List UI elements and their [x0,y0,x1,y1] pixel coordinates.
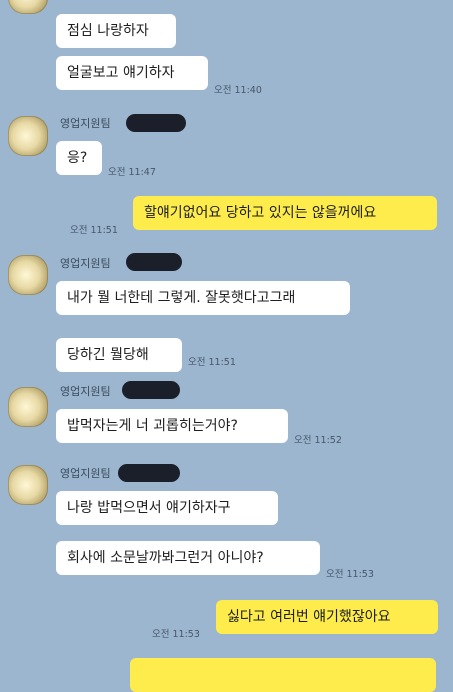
sender-name: 영업지원팀 [60,117,111,130]
incoming-message-bubble[interactable]: 응? [56,141,102,175]
outgoing-message-bubble[interactable]: 할얘기없어요 당하고 있지는 않을꺼에요 [133,196,437,230]
sender-name: 영업지원팀 [60,385,111,398]
incoming-message-bubble[interactable]: 회사에 소문날까봐그런거 아니야? [56,541,320,575]
message-timestamp: 오전 11:40 [214,85,262,96]
message-timestamp: 오전 11:47 [108,167,156,178]
sender-avatar[interactable] [8,0,48,14]
redacted-name-block [122,381,180,399]
redacted-name-block [126,253,182,271]
incoming-message-bubble[interactable]: 밥먹자는게 너 괴롭히는거야? [56,409,288,443]
outgoing-message-bubble[interactable]: 싫다고 여러번 얘기했잖아요 [216,600,438,634]
sender-name: 영업지원팀 [60,467,111,480]
sender-avatar[interactable] [8,255,48,295]
message-timestamp: 오전 11:53 [326,569,374,580]
sender-avatar[interactable] [8,387,48,427]
sender-avatar[interactable] [8,116,48,156]
message-timestamp: 오전 11:51 [188,357,236,368]
message-timestamp: 오전 11:52 [294,435,342,446]
chat-room: 점심 나랑하자 얼굴보고 얘기하자 오전 11:40 영업지원팀 응? 오전 1… [0,0,453,692]
sender-name: 영업지원팀 [60,257,111,270]
incoming-message-bubble[interactable]: 내가 뭘 너한테 그렇게. 잘못햇다고그래 [56,281,350,315]
redacted-name-block [118,464,180,482]
message-timestamp: 오전 11:51 [70,225,118,236]
incoming-message-bubble[interactable]: 나랑 밥먹으면서 얘기하자구 [56,491,278,525]
incoming-message-bubble[interactable]: 점심 나랑하자 [56,14,176,48]
sender-avatar[interactable] [8,465,48,505]
redacted-name-block [126,114,186,132]
incoming-message-bubble[interactable]: 얼굴보고 얘기하자 [56,56,208,90]
incoming-message-bubble[interactable]: 당하긴 뭘당해 [56,338,182,372]
message-timestamp: 오전 11:53 [152,629,200,640]
outgoing-message-bubble-partial[interactable] [130,658,436,692]
